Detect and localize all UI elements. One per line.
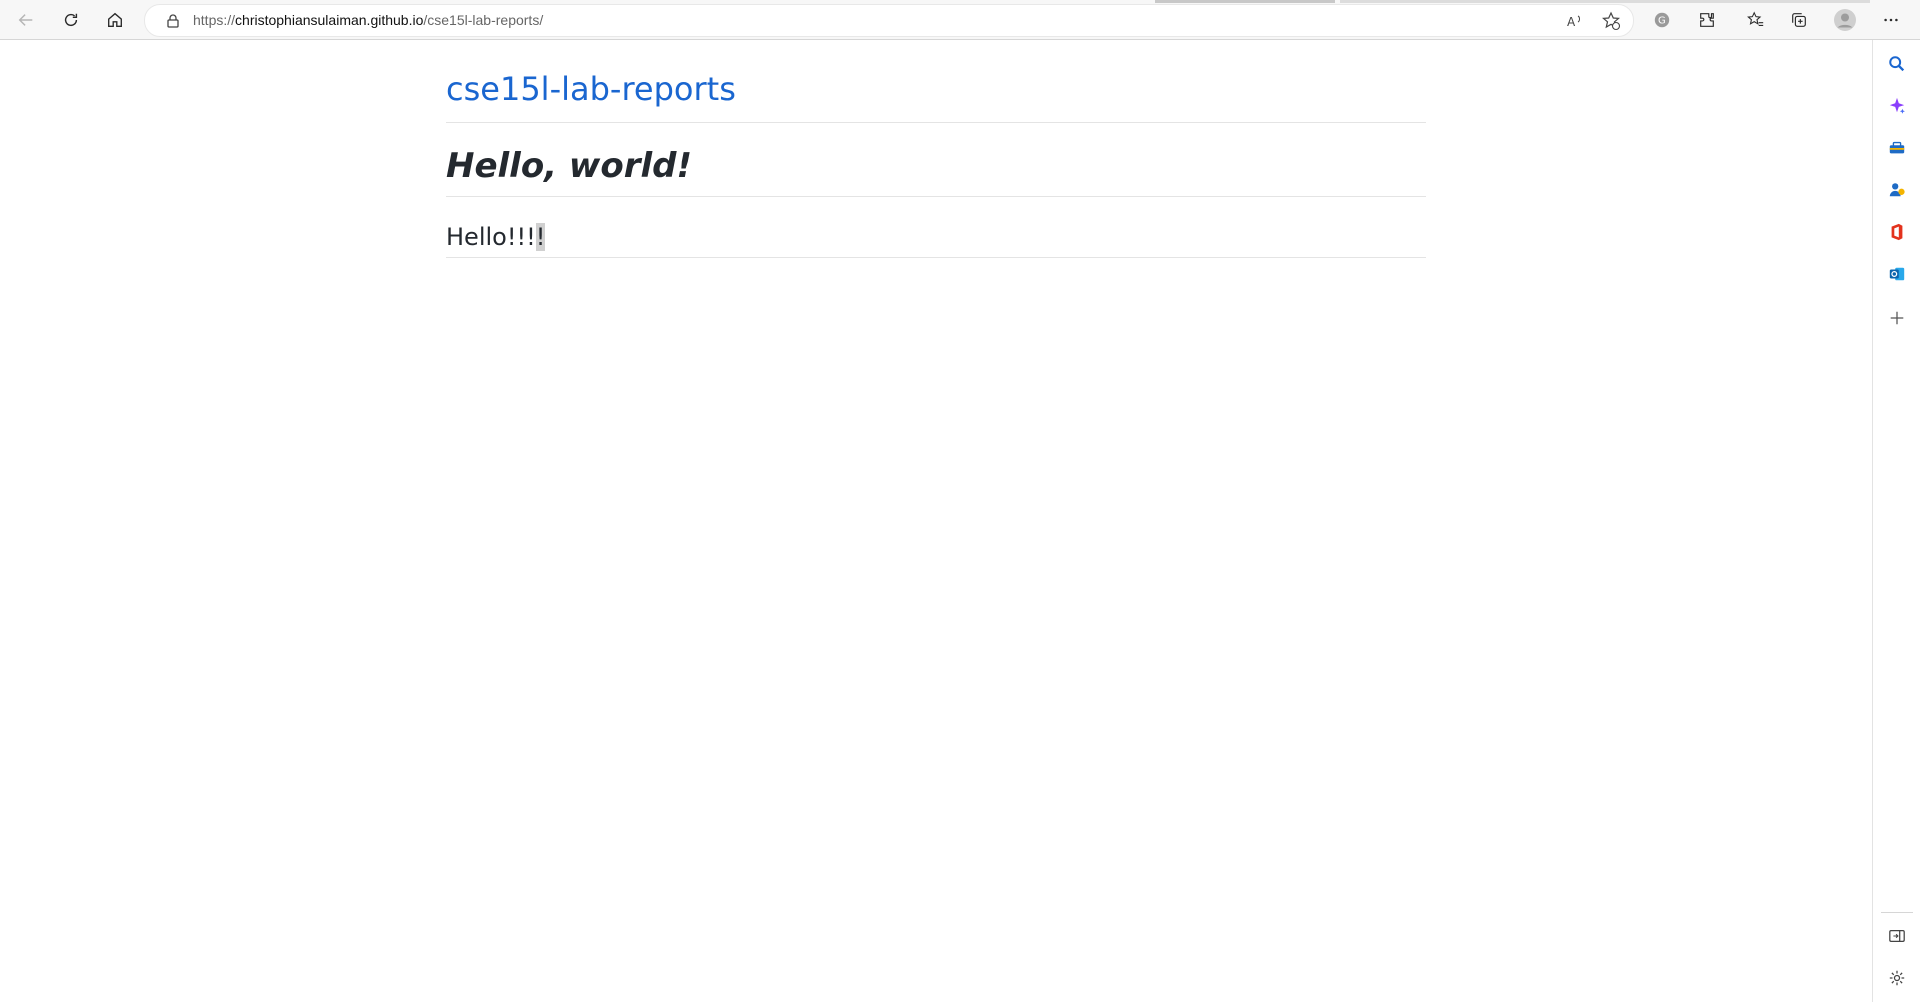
tools-icon [1889,141,1905,154]
address-bar[interactable]: https://christophiansulaiman.github.io/c… [144,4,1634,37]
svg-text:A: A [1567,15,1576,29]
browser-toolbar: https://christophiansulaiman.github.io/c… [0,0,1920,40]
copilot-icon [1889,97,1905,114]
grammarly-icon: G [1654,12,1670,28]
favorites-button[interactable] [1740,4,1772,36]
games-icon [1889,183,1905,197]
sidebar-games-button[interactable] [1885,178,1909,202]
search-icon [1889,56,1905,72]
more-button[interactable] [1875,4,1907,36]
add-favorite-icon[interactable] [1601,11,1621,31]
sidebar-settings-button[interactable] [1885,966,1909,990]
settings-icon [1889,970,1905,986]
home-button[interactable] [99,4,131,36]
page-heading: Hello, world! [446,149,1426,197]
outlook-icon [1889,267,1905,281]
site-title-link[interactable]: cse15l-lab-reports [446,73,1426,123]
back-button[interactable] [10,4,42,36]
sidebar-copilot-button[interactable] [1885,94,1909,118]
paragraph-text: Hello!!! [446,223,536,251]
extensions-icon [1700,13,1714,27]
office-icon [1891,223,1903,241]
refresh-button[interactable] [55,4,87,36]
sidebar-divider [1881,912,1913,913]
selected-text: ! [535,223,546,251]
sidebar-tools-button[interactable] [1885,136,1909,160]
url-path: /cse15l-lab-reports/ [423,12,544,28]
page-paragraph: Hello!!!! [446,223,1426,258]
hide-sidebar-icon [1889,929,1905,943]
sidebar-outlook-button[interactable] [1885,262,1909,286]
read-aloud-icon[interactable]: A [1565,11,1585,31]
add-icon [1890,311,1904,325]
favorites-icon [1747,11,1764,26]
svg-text:G: G [1658,16,1666,27]
tab-indicator [1155,0,1335,3]
collections-icon [1792,13,1806,27]
home-icon [108,12,122,27]
tab-indicator [1340,0,1870,3]
lock-icon[interactable] [165,13,181,29]
sidebar-search-button[interactable] [1885,52,1909,76]
more-icon [1884,18,1898,22]
extensions-button[interactable] [1691,4,1723,36]
sidebar-office-button[interactable] [1885,220,1909,244]
sidebar-hide-button[interactable] [1885,924,1909,948]
page-content: cse15l-lab-reports Hello, world! Hello!!… [446,40,1426,258]
url-host: christophiansulaiman.github.io [235,12,424,28]
grammarly-button[interactable]: G [1646,4,1678,36]
edge-sidebar [1872,40,1920,1002]
url-text[interactable]: https://christophiansulaiman.github.io/c… [193,5,543,36]
back-icon [18,14,33,26]
profile-button[interactable] [1829,4,1861,36]
refresh-icon [64,13,78,27]
collections-button[interactable] [1783,4,1815,36]
url-prefix: https:// [193,12,236,28]
profile-icon [1834,9,1856,31]
sidebar-add-button[interactable] [1885,306,1909,330]
